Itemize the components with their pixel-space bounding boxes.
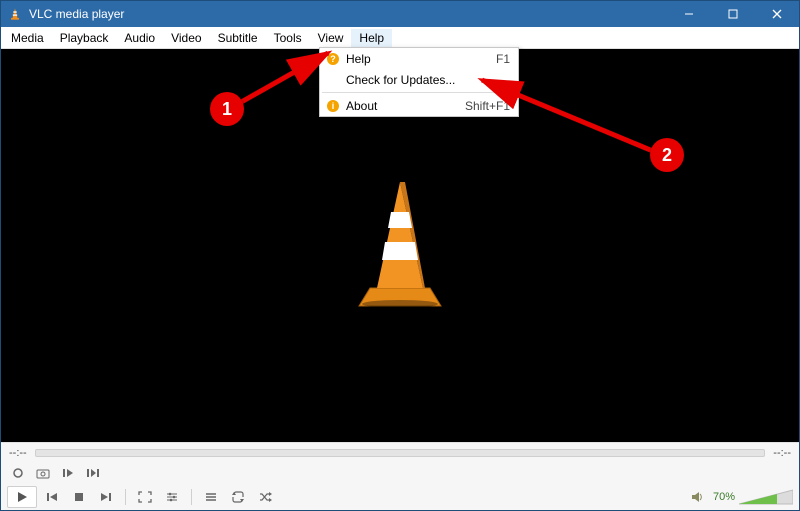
volume-slider[interactable] [739, 488, 793, 506]
info-icon: i [324, 99, 342, 113]
close-button[interactable] [755, 1, 799, 27]
seek-slider[interactable] [35, 449, 766, 457]
previous-button[interactable] [40, 486, 64, 508]
primary-toolbar: 70% [1, 484, 799, 510]
help-menu-about-label: About [342, 99, 465, 113]
secondary-toolbar [1, 462, 799, 484]
play-button[interactable] [7, 486, 37, 508]
help-menu-about-accel: Shift+F1 [465, 99, 510, 113]
menu-bar: Media Playback Audio Video Subtitle Tool… [1, 27, 799, 49]
help-menu-about[interactable]: i About Shift+F1 [320, 95, 518, 116]
help-menu-help-label: Help [342, 52, 496, 66]
help-menu-help[interactable]: ? Help F1 [320, 48, 518, 69]
vlc-logo-icon [345, 176, 455, 316]
svg-text:?: ? [330, 54, 336, 64]
help-menu-check-updates[interactable]: Check for Updates... [320, 69, 518, 90]
next-button[interactable] [94, 486, 118, 508]
mute-button[interactable] [685, 486, 709, 508]
seek-bar-row: --:-- --:-- [1, 442, 799, 462]
playlist-button[interactable] [199, 486, 223, 508]
record-button[interactable] [7, 463, 29, 483]
loop-button[interactable] [226, 486, 250, 508]
menu-video[interactable]: Video [163, 29, 209, 47]
annotation-badge-2: 2 [650, 138, 684, 172]
menu-subtitle[interactable]: Subtitle [210, 29, 266, 47]
help-dropdown: ? Help F1 Check for Updates... i About S… [319, 47, 519, 117]
window-title: VLC media player [29, 7, 124, 21]
menu-separator [322, 92, 516, 93]
help-icon: ? [324, 52, 342, 66]
menu-tools[interactable]: Tools [266, 29, 310, 47]
volume-control: 70% [685, 486, 793, 508]
vlc-cone-icon [7, 6, 23, 22]
atob-loop-button[interactable] [82, 463, 104, 483]
menu-audio[interactable]: Audio [116, 29, 163, 47]
fullscreen-button[interactable] [133, 486, 157, 508]
snapshot-button[interactable] [32, 463, 54, 483]
help-menu-help-accel: F1 [496, 52, 510, 66]
maximize-button[interactable] [711, 1, 755, 27]
shuffle-button[interactable] [253, 486, 277, 508]
menu-help[interactable]: Help [351, 29, 392, 47]
time-total: --:-- [773, 447, 791, 459]
time-elapsed: --:-- [9, 447, 27, 459]
extended-settings-button[interactable] [160, 486, 184, 508]
menu-view[interactable]: View [310, 29, 352, 47]
annotation-badge-1: 1 [210, 92, 244, 126]
volume-percent-label: 70% [713, 491, 735, 503]
menu-media[interactable]: Media [3, 29, 52, 47]
help-menu-updates-label: Check for Updates... [342, 73, 510, 87]
svg-text:i: i [332, 101, 335, 111]
minimize-button[interactable] [667, 1, 711, 27]
title-bar: VLC media player [1, 1, 799, 27]
stop-button[interactable] [67, 486, 91, 508]
menu-playback[interactable]: Playback [52, 29, 117, 47]
frame-step-button[interactable] [57, 463, 79, 483]
